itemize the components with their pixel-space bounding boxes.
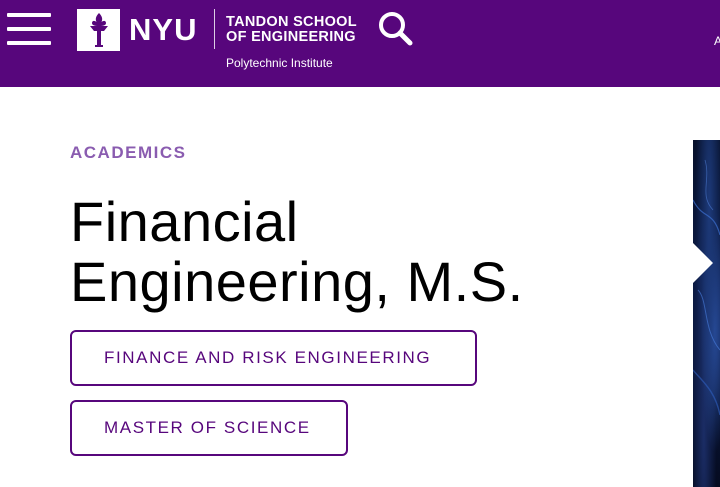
hero-image bbox=[693, 140, 720, 487]
torch-icon-graphic bbox=[89, 13, 108, 47]
slide-arrow[interactable] bbox=[693, 243, 713, 283]
school-subtitle: Polytechnic Institute bbox=[226, 56, 333, 70]
menu-bar bbox=[7, 27, 51, 31]
school-name-line-2: OF ENGINEERING bbox=[226, 29, 356, 45]
torch-icon bbox=[77, 9, 120, 51]
logo-divider bbox=[214, 9, 215, 49]
menu-bar bbox=[7, 41, 51, 45]
section-eyebrow[interactable]: ACADEMICS bbox=[70, 143, 186, 163]
hamburger-menu-icon[interactable] bbox=[7, 13, 51, 45]
nyu-logo-link[interactable]: NYU bbox=[77, 9, 197, 51]
nav-link-partial[interactable]: A bbox=[714, 34, 720, 46]
page-title-line-2: Engineering, M.S. bbox=[70, 250, 524, 313]
tag-master-of-science[interactable]: MASTER OF SCIENCE bbox=[70, 400, 348, 456]
school-name: TANDON SCHOOL OF ENGINEERING bbox=[226, 15, 357, 45]
search-icon-graphic bbox=[379, 12, 413, 46]
search-icon[interactable] bbox=[376, 9, 416, 49]
tag-finance-risk-engineering[interactable]: FINANCE AND RISK ENGINEERING bbox=[70, 330, 477, 386]
school-name-line-1: TANDON SCHOOL bbox=[226, 14, 357, 30]
page-title-line-1: Financial bbox=[70, 190, 299, 253]
page-title: Financial Engineering, M.S. bbox=[70, 192, 524, 312]
hero-light-streaks bbox=[693, 159, 720, 416]
site-header: NYU TANDON SCHOOL OF ENGINEERING Polytec… bbox=[0, 0, 720, 87]
menu-bar bbox=[7, 13, 51, 17]
nyu-wordmark: NYU bbox=[129, 12, 198, 47]
